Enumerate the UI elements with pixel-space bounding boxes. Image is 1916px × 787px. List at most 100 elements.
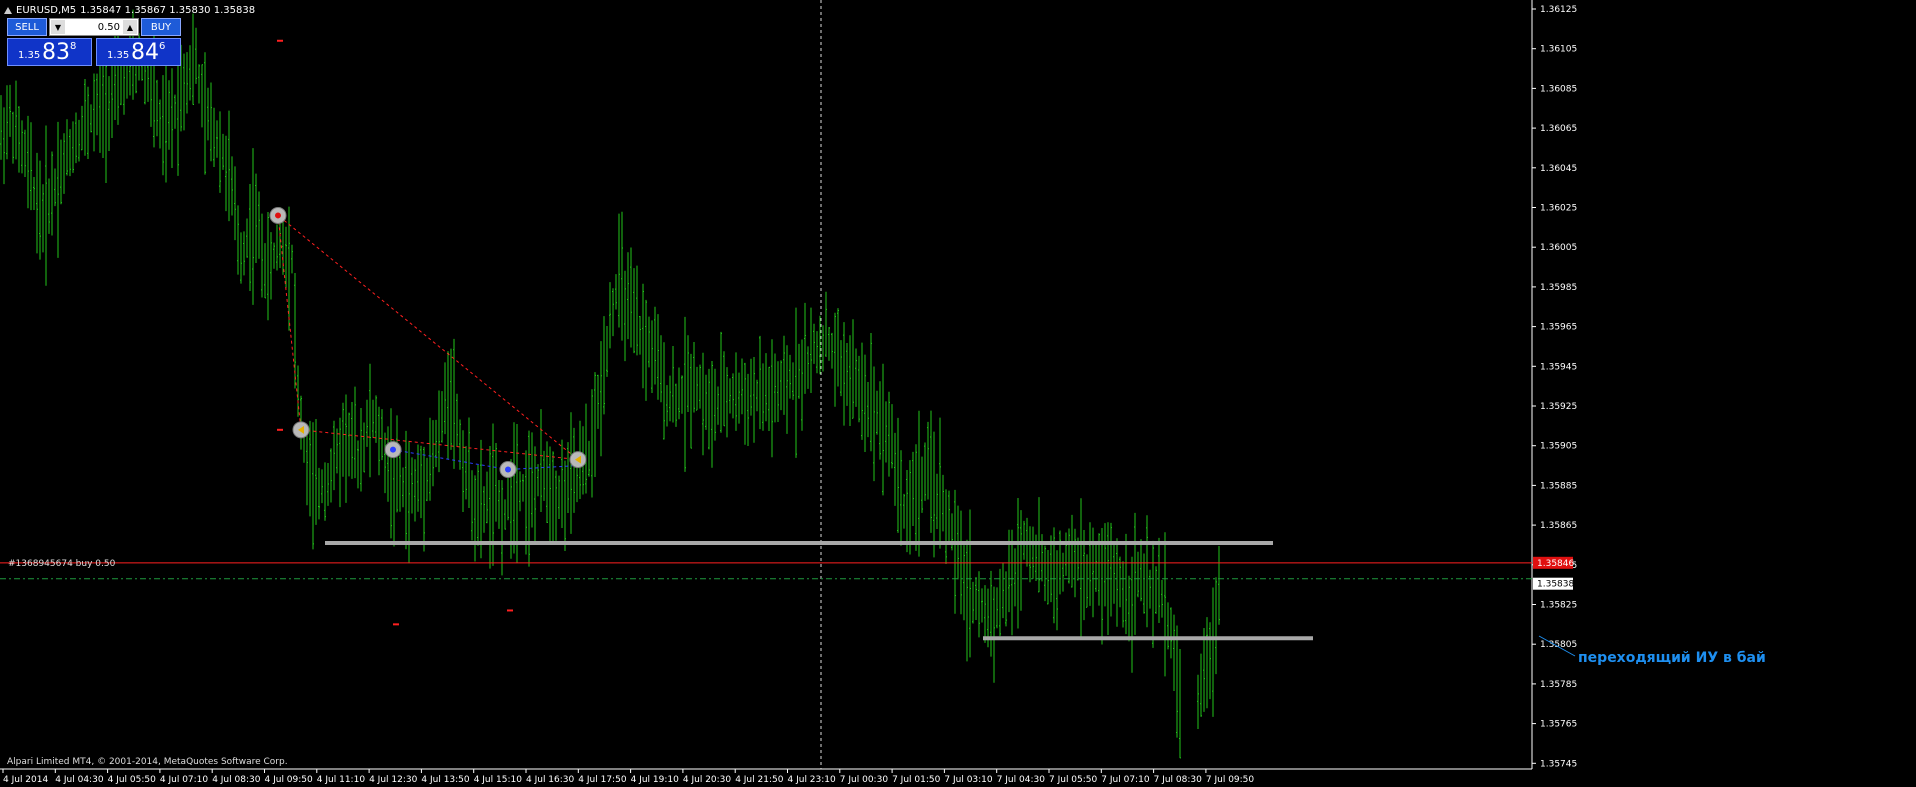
price-bar — [1110, 522, 1112, 617]
price-bar — [66, 119, 68, 176]
price-bar — [234, 166, 236, 241]
price-bar — [525, 450, 527, 555]
price-bar — [309, 420, 311, 517]
price-bar — [438, 390, 440, 473]
price-bar — [183, 53, 185, 131]
price-bar — [261, 213, 263, 298]
price-bar — [630, 247, 632, 348]
price-bar — [1065, 532, 1067, 576]
lot-size-input[interactable] — [68, 20, 120, 34]
price-bar — [702, 352, 704, 456]
price-bar — [600, 341, 602, 457]
trade-marker-close[interactable] — [292, 421, 310, 439]
price-bar — [717, 386, 719, 425]
time-tick-label: 7 Jul 05:50 — [1049, 775, 1098, 785]
price-bar — [531, 432, 533, 528]
price-bar — [570, 412, 572, 534]
price-bar — [984, 585, 986, 643]
price-bar — [87, 86, 89, 160]
price-bar — [918, 410, 920, 557]
ohlc-values: 1.35847 1.35867 1.35830 1.35838 — [80, 4, 256, 16]
price-tick-label: 1.35965 — [1540, 323, 1577, 333]
trade-marker-buy[interactable] — [384, 441, 402, 459]
price-bar — [897, 417, 899, 533]
price-bar — [1170, 607, 1172, 659]
price-bar — [456, 393, 458, 447]
price-bar — [612, 288, 614, 337]
price-bar — [57, 121, 59, 258]
price-bar — [753, 357, 755, 443]
price-bar — [1176, 625, 1178, 738]
price-bar — [390, 408, 392, 539]
price-bar — [879, 381, 881, 460]
buy-quote[interactable]: 1.35 84 6 — [96, 38, 181, 66]
price-bar — [93, 73, 95, 152]
price-bar — [1164, 532, 1166, 677]
increase-lot-icon[interactable]: ▲ — [123, 20, 137, 34]
price-chart[interactable]: 1.36125 1.36105 1.36085 1.36065 1.36045 1.360… — [0, 0, 1916, 787]
trade-marker-buy[interactable] — [499, 461, 517, 479]
price-tick-label: 1.36085 — [1540, 84, 1577, 94]
price-bar — [759, 335, 761, 430]
sell-button[interactable]: SELL — [7, 18, 47, 36]
price-bar — [645, 299, 647, 401]
price-bar — [420, 445, 422, 519]
price-bar — [684, 316, 686, 472]
price-bar — [165, 61, 167, 183]
price-bar — [240, 232, 242, 284]
price-bar — [573, 427, 575, 513]
price-tick-label: 1.36045 — [1540, 164, 1577, 174]
price-bar — [273, 242, 275, 269]
time-tick-label: 4 Jul 17:50 — [578, 775, 627, 785]
price-tick-label: 1.35865 — [1540, 521, 1577, 531]
price-bar — [732, 373, 734, 419]
price-bar — [384, 432, 386, 494]
bid-price-label: 1.35838 — [1537, 580, 1574, 590]
price-bar — [861, 342, 863, 440]
price-bar — [606, 325, 608, 377]
buy-quote-sup: 6 — [159, 41, 166, 52]
price-bar — [444, 362, 446, 435]
price-bar — [924, 442, 926, 501]
price-bar — [1020, 510, 1022, 611]
price-bar — [885, 401, 887, 463]
time-tick-label: 4 Jul 19:10 — [631, 775, 680, 785]
price-bar — [537, 464, 539, 497]
price-bar — [1203, 627, 1205, 712]
price-bar — [513, 422, 515, 554]
price-tick-label: 1.36065 — [1540, 124, 1577, 134]
buy-button[interactable]: BUY — [141, 18, 181, 36]
price-bar — [558, 475, 560, 520]
sell-quote[interactable]: 1.35 83 8 — [7, 38, 92, 66]
price-bar — [591, 389, 593, 498]
price-bar — [804, 302, 806, 394]
price-bar — [276, 224, 278, 271]
price-bar — [1089, 522, 1091, 606]
trade-line-red — [277, 215, 580, 461]
annotation-text[interactable]: переходящий ИУ в бай — [1578, 650, 1766, 666]
price-bar — [252, 148, 254, 305]
price-bar — [1119, 556, 1121, 608]
price-bar — [567, 442, 569, 513]
price-bar — [1197, 674, 1199, 730]
price-bar — [966, 539, 968, 662]
trade-marker-close[interactable] — [569, 451, 587, 469]
decrease-lot-icon[interactable]: ▼ — [51, 20, 65, 34]
price-bar — [1218, 545, 1220, 625]
time-tick-label: 7 Jul 01:50 — [892, 775, 941, 785]
price-bar — [318, 467, 320, 520]
price-bar — [585, 403, 587, 494]
price-bar — [906, 470, 908, 553]
price-bar — [12, 111, 14, 164]
price-bar — [597, 374, 599, 429]
time-tick-label: 4 Jul 07:10 — [160, 775, 209, 785]
order-label[interactable]: #1368945674 buy 0.50 — [8, 559, 115, 569]
price-bar — [33, 177, 35, 211]
price-bar — [909, 460, 911, 555]
copyright-text: Alpari Limited MT4, © 2001-2014, MetaQuo… — [7, 757, 288, 767]
trade-marker-sell[interactable] — [269, 206, 287, 224]
price-bar — [840, 340, 842, 397]
price-bar — [783, 335, 785, 415]
price-bar — [1125, 533, 1127, 635]
price-bar — [855, 348, 857, 407]
